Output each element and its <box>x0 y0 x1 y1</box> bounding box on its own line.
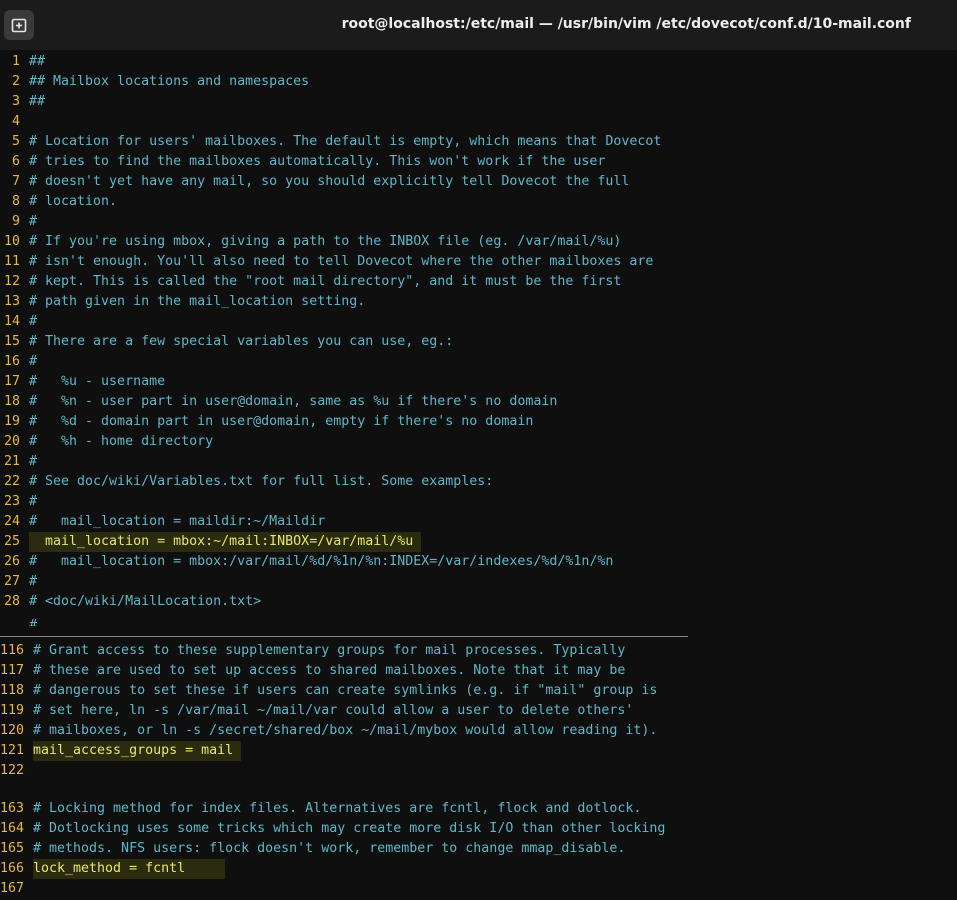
line-number: 7 <box>11 174 20 189</box>
line-number: 121 <box>0 743 25 758</box>
line-number: 6 <box>11 154 20 169</box>
config-comment: # these are used to set up access to sha… <box>33 663 626 678</box>
line-number: 167 <box>0 881 25 896</box>
config-comment: # isn't enough. You'll also need to tell… <box>29 254 654 269</box>
line-number: 17 <box>3 374 20 389</box>
line-number: 28 <box>3 594 20 609</box>
line-number: 11 <box>3 254 20 269</box>
config-comment: # Locking method for index files. Altern… <box>33 801 642 816</box>
config-comment: # tries to find the mailboxes automatica… <box>29 154 606 169</box>
line-number: 20 <box>3 434 20 449</box>
config-comment: # <doc/wiki/MailLocation.txt> <box>29 594 262 609</box>
editor-pane-bottom[interactable]: 116 # Grant access to these supplementary… <box>0 641 957 781</box>
config-comment: # set here, ln -s /var/mail ~/mail/var c… <box>33 703 634 718</box>
config-comment: # %n - user part in user@domain, same as… <box>29 394 558 409</box>
line-number: 120 <box>0 723 25 738</box>
config-comment: # path given in the mail_location settin… <box>29 294 366 309</box>
line-number: 117 <box>0 663 25 678</box>
line-number: 24 <box>3 514 20 529</box>
config-comment: # <box>29 214 38 229</box>
line-number: 14 <box>3 314 20 329</box>
line-number: 10 <box>3 234 20 249</box>
config-comment: # See doc/wiki/Variables.txt for full li… <box>29 474 494 489</box>
config-comment: # methods. NFS users: flock doesn't work… <box>33 841 626 856</box>
config-comment: # <box>29 314 38 329</box>
config-comment: # Grant access to these supplementary gr… <box>33 643 626 658</box>
config-comment: ## <box>29 94 46 109</box>
window-title: root@localhost:/etc/mail — /usr/bin/vim … <box>341 16 911 32</box>
line-number: 21 <box>3 454 20 469</box>
config-directive: mail_location = mbox:~/mail:INBOX=/var/m… <box>29 532 422 552</box>
config-comment: # mail_location = mbox:/var/mail/%d/%1n/… <box>29 554 614 569</box>
line-number: 22 <box>3 474 20 489</box>
line-number: 8 <box>11 194 20 209</box>
config-comment: # kept. This is called the "root mail di… <box>29 274 622 289</box>
config-comment: # location. <box>29 194 118 209</box>
config-comment: # dangerous to set these if users can cr… <box>33 683 658 698</box>
line-number: 25 <box>3 534 20 549</box>
line-number: 119 <box>0 703 25 718</box>
line-number: 2 <box>11 74 20 89</box>
config-comment: # There are a few special variables you … <box>29 334 454 349</box>
line-number: 18 <box>3 394 20 409</box>
config-comment: # Dotlocking uses some tricks which may … <box>33 821 666 836</box>
line-text: # <box>29 618 38 626</box>
config-comment: # mail_location = maildir:~/Maildir <box>29 514 326 529</box>
config-comment: # %h - home directory <box>29 434 214 449</box>
config-comment: # <box>29 354 38 369</box>
line-number: 16 <box>3 354 20 369</box>
config-comment: # If you're using mbox, giving a path to… <box>29 234 622 249</box>
line-number: 19 <box>3 414 20 429</box>
line-number: 122 <box>0 763 25 778</box>
config-comment: # <box>29 454 38 469</box>
split-divider[interactable] <box>0 636 688 637</box>
line-number: 164 <box>0 821 25 836</box>
line-number: 4 <box>11 114 20 129</box>
new-tab-button[interactable] <box>4 10 34 40</box>
window-titlebar: root@localhost:/etc/mail — /usr/bin/vim … <box>0 0 957 50</box>
line-number: 163 <box>0 801 25 816</box>
line-number: 5 <box>11 134 20 149</box>
line-number: 27 <box>3 574 20 589</box>
line-number: 15 <box>3 334 20 349</box>
line-number: 166 <box>0 861 25 876</box>
line-number: 118 <box>0 683 25 698</box>
line-number: 13 <box>3 294 20 309</box>
line-number: 12 <box>3 274 20 289</box>
config-directive: lock_method = fcntl <box>33 859 226 879</box>
config-comment: # doesn't yet have any mail, so you shou… <box>29 174 630 189</box>
config-comment: # <box>29 574 38 589</box>
editor-pane-bottom-fold[interactable]: 163 # Locking method for index files. Alt… <box>0 799 957 900</box>
config-comment: ## <box>29 54 46 69</box>
config-directive: mail_access_groups = mail <box>33 741 242 761</box>
config-comment: # mailboxes, or ln -s /secret/shared/box… <box>33 723 658 738</box>
line-number: 1 <box>11 54 20 69</box>
config-comment: ## Mailbox locations and namespaces <box>29 74 310 89</box>
new-tab-icon <box>11 18 27 33</box>
config-comment: # %d - domain part in user@domain, empty… <box>29 414 534 429</box>
partial-line-29: 29 # <box>0 618 688 626</box>
line-number: 23 <box>3 494 20 509</box>
line-number: 116 <box>0 643 25 658</box>
config-comment: # <box>29 494 38 509</box>
config-comment: # %u - username <box>29 374 166 389</box>
line-number: 3 <box>11 94 20 109</box>
line-number: 26 <box>3 554 20 569</box>
config-comment: # Location for users' mailboxes. The def… <box>29 134 662 149</box>
line-number: 165 <box>0 841 25 856</box>
editor-pane-top[interactable]: 1 ## 2 ## Mailbox locations and namespaces 3… <box>0 52 957 618</box>
line-number: 9 <box>11 214 20 229</box>
